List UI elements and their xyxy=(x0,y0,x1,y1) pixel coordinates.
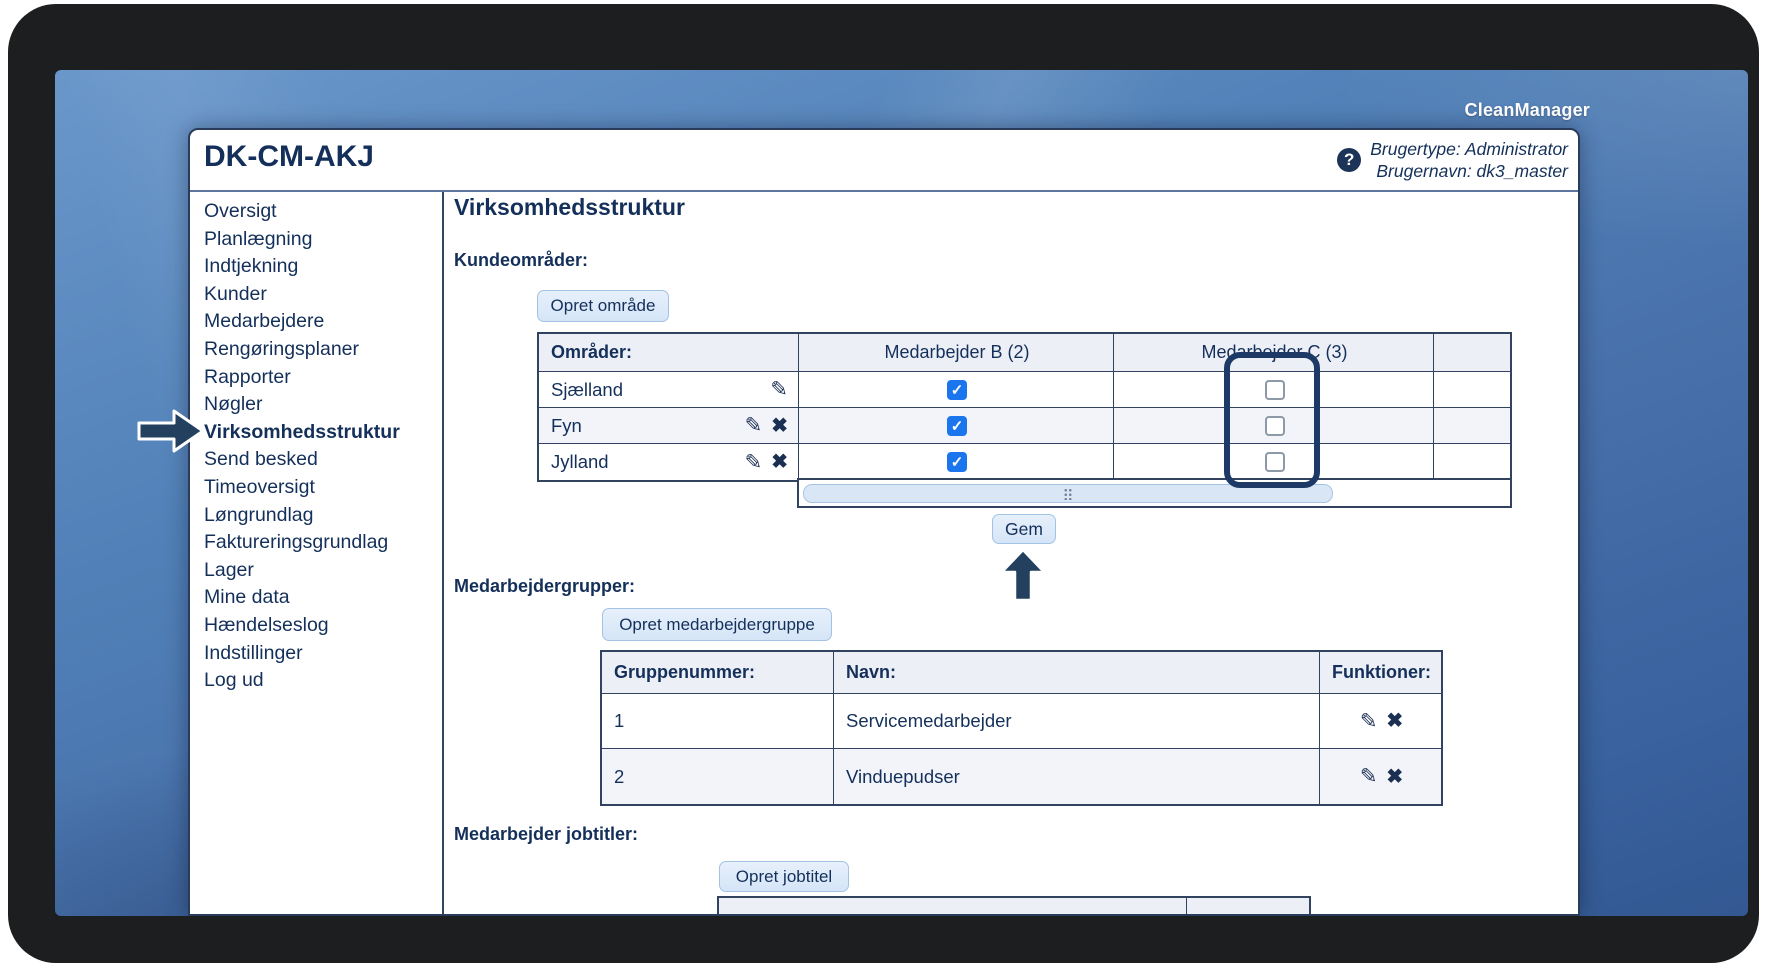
sidebar-item-indtjekning[interactable]: Indtjekning xyxy=(204,253,434,281)
sidebar-item-noegler[interactable]: Nøgler xyxy=(204,391,434,419)
job-titles-table xyxy=(717,896,1311,916)
checkbox-fyn-c[interactable] xyxy=(1265,416,1285,436)
area-name: Jylland xyxy=(551,451,609,473)
delete-icon[interactable]: ✖ xyxy=(771,416,788,436)
employee-groups-header-row: Gruppenummer: Navn: Funktioner: xyxy=(602,652,1441,694)
sidebar-item-log-ud[interactable]: Log ud xyxy=(204,667,434,695)
table-scroll-row xyxy=(797,478,1512,508)
area-name: Sjælland xyxy=(551,379,623,401)
sidebar-item-haendelseslog[interactable]: Hændelseslog xyxy=(204,612,434,640)
group-name: Vinduepudser xyxy=(834,749,1320,804)
job-titles-header-row xyxy=(719,898,1309,916)
sidebar-item-kunder[interactable]: Kunder xyxy=(204,281,434,309)
edit-icon[interactable]: ✎ xyxy=(1360,766,1378,787)
col-header-funktioner: Funktioner: xyxy=(1320,652,1441,693)
user-type-label: Brugertype: Administrator xyxy=(1370,138,1568,160)
employee-groups-table: Gruppenummer: Navn: Funktioner: 1 Servic… xyxy=(600,650,1443,806)
create-area-button[interactable]: Opret område xyxy=(537,290,669,322)
table-row-group-1: 1 Servicemedarbejder ✎ ✖ xyxy=(602,694,1441,749)
sidebar-item-faktureringsgrundlag[interactable]: Faktureringsgrundlag xyxy=(204,529,434,557)
sidebar-item-send-besked[interactable]: Send besked xyxy=(204,446,434,474)
col-header-empty xyxy=(1434,334,1510,371)
scrollbar-grip-icon[interactable] xyxy=(1064,488,1073,500)
sidebar-item-loengrundlag[interactable]: Løngrundlag xyxy=(204,502,434,530)
delete-icon[interactable]: ✖ xyxy=(1386,767,1403,787)
sidebar-item-rengoeringsplaner[interactable]: Rengøringsplaner xyxy=(204,336,434,364)
checkbox-fyn-b[interactable]: ✓ xyxy=(947,416,967,436)
sidebar-divider xyxy=(442,192,444,914)
employee-groups-label: Medarbejdergrupper: xyxy=(454,576,635,597)
save-button[interactable]: Gem xyxy=(992,514,1056,544)
group-number: 2 xyxy=(602,749,834,804)
customer-areas-table: Områder: Medarbejder B (2) Medarbejder C… xyxy=(537,332,1512,482)
col-header-gruppenummer: Gruppenummer: xyxy=(602,652,834,693)
job-titles-label: Medarbejder jobtitler: xyxy=(454,824,638,845)
checkbox-sjaelland-c[interactable] xyxy=(1265,380,1285,400)
desktop-background: CleanManager DK-CM-AKJ ? Brugertype: Adm… xyxy=(55,70,1748,916)
customer-areas-label: Kundeområder: xyxy=(454,250,588,271)
group-name: Servicemedarbejder xyxy=(834,694,1320,748)
screenshot-stage: CleanManager DK-CM-AKJ ? Brugertype: Adm… xyxy=(0,0,1767,971)
user-info-block: ? Brugertype: Administrator Brugernavn: … xyxy=(1337,138,1568,182)
edit-icon[interactable]: ✎ xyxy=(745,415,763,436)
checkbox-jylland-c[interactable] xyxy=(1265,452,1285,472)
sidebar-item-oversigt[interactable]: Oversigt xyxy=(204,198,434,226)
edit-icon[interactable]: ✎ xyxy=(1360,711,1378,732)
table-row-group-2: 2 Vinduepudser ✎ ✖ xyxy=(602,749,1441,804)
brand-logo: CleanManager xyxy=(1465,100,1590,121)
help-icon[interactable]: ? xyxy=(1337,148,1361,172)
checkbox-sjaelland-b[interactable]: ✓ xyxy=(947,380,967,400)
sidebar-item-timeoversigt[interactable]: Timeoversigt xyxy=(204,474,434,502)
delete-icon[interactable]: ✖ xyxy=(771,452,788,472)
horizontal-scrollbar[interactable] xyxy=(803,484,1333,503)
delete-icon[interactable]: ✖ xyxy=(1386,711,1403,731)
create-employee-group-button[interactable]: Opret medarbejdergruppe xyxy=(602,608,832,641)
monitor-bezel: CleanManager DK-CM-AKJ ? Brugertype: Adm… xyxy=(8,4,1759,963)
col-header-navn: Navn: xyxy=(834,652,1320,693)
col-header-omraader: Områder: xyxy=(539,334,799,371)
app-window: DK-CM-AKJ ? Brugertype: Administrator Br… xyxy=(188,128,1580,916)
sidebar-nav: Oversigt Planlægning Indtjekning Kunder … xyxy=(204,198,434,695)
sidebar-item-rapporter[interactable]: Rapporter xyxy=(204,364,434,392)
sidebar-item-medarbejdere[interactable]: Medarbejdere xyxy=(204,308,434,336)
edit-icon[interactable]: ✎ xyxy=(745,452,763,473)
up-arrow-annotation xyxy=(1000,547,1046,603)
group-number: 1 xyxy=(602,694,834,748)
table-row-fyn: Fyn ✎ ✖ ✓ xyxy=(539,408,1510,444)
user-info-lines: Brugertype: Administrator Brugernavn: dk… xyxy=(1370,138,1568,182)
col-header-medarbejder-b: Medarbejder B (2) xyxy=(799,334,1114,371)
area-name: Fyn xyxy=(551,415,582,437)
sidebar-item-virksomhedsstruktur[interactable]: Virksomhedsstruktur xyxy=(204,419,434,447)
sidebar-item-mine-data[interactable]: Mine data xyxy=(204,584,434,612)
table-row-jylland: Jylland ✎ ✖ ✓ xyxy=(539,444,1510,480)
table-row-sjaelland: Sjælland ✎ ✓ xyxy=(539,372,1510,408)
create-job-title-button[interactable]: Opret jobtitel xyxy=(719,861,849,892)
content-heading: Virksomhedsstruktur xyxy=(454,194,685,221)
user-name-label: Brugernavn: dk3_master xyxy=(1370,160,1568,182)
sidebar-item-planlaegning[interactable]: Planlægning xyxy=(204,226,434,254)
sidebar-item-lager[interactable]: Lager xyxy=(204,557,434,585)
sidebar-item-indstillinger[interactable]: Indstillinger xyxy=(204,640,434,668)
page-title: DK-CM-AKJ xyxy=(204,140,374,174)
title-divider xyxy=(190,190,1578,192)
customer-areas-header-row: Områder: Medarbejder B (2) Medarbejder C… xyxy=(539,334,1510,372)
checkbox-jylland-b[interactable]: ✓ xyxy=(947,452,967,472)
edit-icon[interactable]: ✎ xyxy=(770,379,788,400)
col-header-medarbejder-c: Medarbejder C (3) xyxy=(1114,334,1434,371)
